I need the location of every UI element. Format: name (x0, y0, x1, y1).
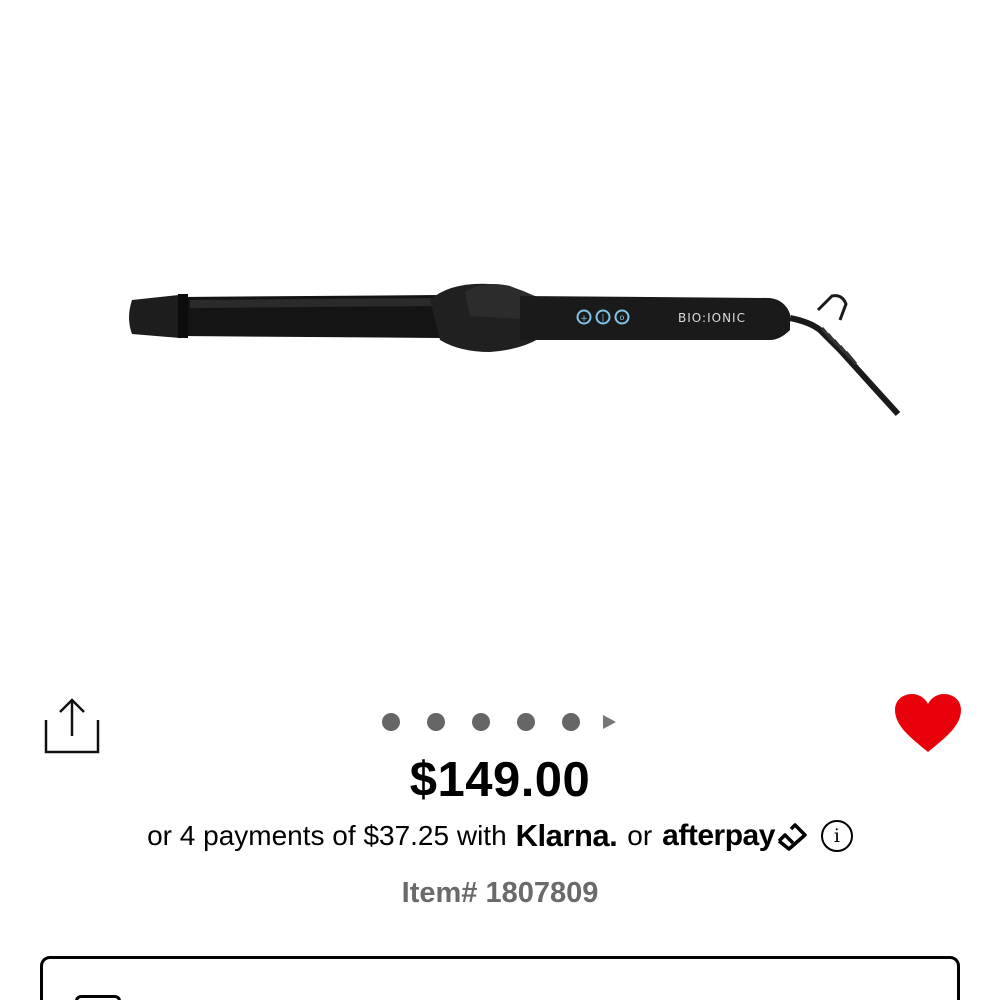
card-icon (75, 995, 121, 1000)
installment-or-text: or (627, 820, 653, 851)
svg-text:+: + (580, 314, 588, 324)
installment-payments: or 4 payments of $37.25 with Klarna. or … (0, 818, 1000, 854)
brand-mark: BIO:IONIC (678, 311, 746, 325)
carousel-dot-1[interactable] (382, 713, 400, 731)
installment-text: or 4 payments of $37.25 with (147, 820, 507, 851)
bottom-card[interactable] (40, 956, 960, 1000)
afterpay-logo[interactable]: afterpay (662, 819, 809, 853)
image-carousel-indicator (382, 711, 616, 733)
product-price: $149.00 (409, 753, 591, 807)
carousel-dot-3[interactable] (472, 713, 490, 731)
info-icon[interactable]: i (820, 820, 853, 852)
afterpay-loop-icon (777, 823, 807, 851)
carousel-dot-5[interactable] (562, 713, 580, 731)
afterpay-label: afterpay (662, 819, 775, 852)
carousel-next-arrow-icon[interactable] (603, 715, 616, 729)
heart-icon[interactable] (893, 692, 963, 756)
carousel-dot-2[interactable] (427, 713, 445, 731)
carousel-dot-4[interactable] (517, 713, 535, 731)
svg-text:|: | (602, 313, 605, 322)
product-page: + | o BIO:IONIC $149.00 or 4 payments of… (0, 0, 1000, 1000)
item-number: Item# 1807809 (401, 877, 599, 909)
share-icon[interactable] (40, 696, 104, 758)
product-image: + | o BIO:IONIC (129, 283, 901, 417)
klarna-logo[interactable]: Klarna. (516, 818, 618, 854)
svg-text:o: o (620, 313, 625, 322)
